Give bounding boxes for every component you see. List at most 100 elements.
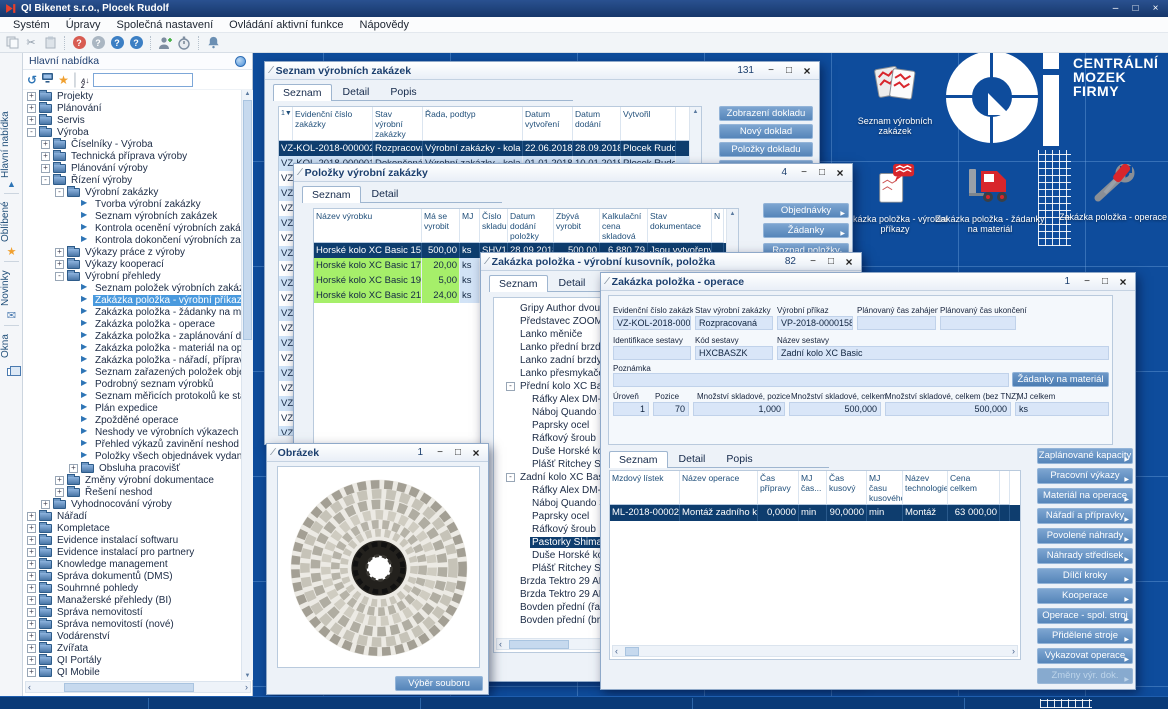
tree-item[interactable]: + Kompletace [23, 522, 241, 534]
expand-toggle-icon[interactable]: + [41, 152, 50, 161]
tree-item[interactable]: + QI Portály [23, 654, 241, 666]
tree-item[interactable]: + Manažerské přehledy (BI) [23, 594, 241, 606]
tree-item[interactable]: Zpožděné operace [23, 414, 241, 426]
tree-item[interactable]: + Plánování [23, 102, 241, 114]
tab-detail[interactable]: Detail [549, 274, 596, 291]
action-button[interactable]: Zobrazení dokladu [719, 106, 813, 121]
maximize-button[interactable]: □ [815, 167, 829, 178]
action-button[interactable]: Zaplánované kapacity▶ [1037, 448, 1133, 464]
window-titlebar[interactable]: ∕ Položky výrobní zakázky 4 − □ × [294, 164, 852, 182]
tab-popis[interactable]: Popis [380, 83, 426, 100]
tree-item[interactable]: + Nářadí [23, 510, 241, 522]
maximize-button[interactable]: □ [1098, 276, 1112, 287]
desktop-icon-production-orders[interactable]: Seznam výrobních zakázek [840, 60, 950, 136]
help-blue-icon[interactable]: ? [109, 35, 125, 51]
expand-toggle-icon[interactable]: - [27, 128, 36, 137]
action-button[interactable]: Kooperace▶ [1037, 588, 1133, 604]
action-button[interactable]: Nový doklad [719, 124, 813, 139]
action-button[interactable]: Objednávky▶ [763, 203, 849, 218]
planned-start-field[interactable] [857, 316, 936, 330]
stopwatch-icon[interactable] [176, 35, 192, 51]
expand-toggle-icon[interactable]: + [55, 260, 64, 269]
tree-item[interactable]: + Řešení neshod [23, 486, 241, 498]
tree-item[interactable]: + Správa nemovitostí [23, 606, 241, 618]
column-header[interactable]: Název technologie [903, 471, 948, 505]
sort-az-icon[interactable]: AZ↓ [81, 70, 89, 90]
close-button[interactable]: × [469, 446, 483, 460]
expand-toggle-icon[interactable]: + [27, 632, 36, 641]
column-header[interactable]: Název operace [680, 471, 758, 505]
expand-toggle-icon[interactable]: - [506, 473, 515, 482]
level-field[interactable]: 1 [613, 402, 649, 416]
column-header[interactable]: Vytvořil [621, 107, 676, 141]
action-button[interactable]: Změny výr. dok.▶ [1037, 668, 1133, 684]
app-minimize-button[interactable]: – [1108, 3, 1123, 14]
select-file-button[interactable]: Výběr souboru [395, 676, 483, 691]
expand-toggle-icon[interactable]: + [27, 548, 36, 557]
assembly-code-field[interactable]: HXCBASZK [695, 346, 773, 360]
window-titlebar[interactable]: ∕ Zakázka položka - výrobní kusovník, po… [481, 253, 861, 271]
expand-toggle-icon[interactable]: + [27, 596, 36, 605]
tree-item[interactable]: + Změny výrobní dokumentace [23, 474, 241, 486]
tree-item[interactable]: Zakázka položka - zaplánování do kapacit [23, 330, 241, 342]
minimize-button[interactable]: − [797, 167, 811, 178]
expand-toggle-icon[interactable]: + [27, 608, 36, 617]
column-header[interactable]: MJ času kusového [867, 471, 903, 505]
expand-toggle-icon[interactable]: + [41, 164, 50, 173]
qty-total-field[interactable]: 500,000 [789, 402, 881, 416]
table-row[interactable]: VZ-KOL-2018-000002 Rozpracovaná Výrobní … [279, 141, 701, 156]
tab-popis[interactable]: Popis [716, 450, 762, 467]
tree-item[interactable]: Seznam zařazených položek objednávek [23, 366, 241, 378]
qty-total-tnz-field[interactable]: 500,000 [885, 402, 1011, 416]
desktop-icon-material-requests[interactable]: Zakázka položka - žádanky na materiál [933, 164, 1047, 234]
tab-favorites[interactable]: Oblíbené [0, 199, 23, 245]
tree-vertical-scrollbar[interactable]: ▲ ▼ [241, 90, 253, 680]
tree-item[interactable]: + Číselníky - Výroba [23, 138, 241, 150]
assembly-id-field[interactable] [613, 346, 691, 360]
app-close-button[interactable]: × [1148, 3, 1163, 14]
action-button[interactable]: Přidělené stroje▶ [1037, 628, 1133, 644]
expand-toggle-icon[interactable]: - [55, 188, 64, 197]
tree-item[interactable]: - Výroba [23, 126, 241, 138]
expand-toggle-icon[interactable]: + [27, 656, 36, 665]
tree-item[interactable]: + Knowledge management [23, 558, 241, 570]
tab-news[interactable]: Novinky [0, 267, 23, 309]
tree-item[interactable]: Tvorba výrobní zakázky [23, 198, 241, 210]
expand-toggle-icon[interactable]: + [27, 572, 36, 581]
column-header[interactable]: Název výrobku [314, 209, 422, 243]
close-button[interactable]: × [833, 166, 847, 180]
column-header[interactable]: Stav výrobní zakázky [373, 107, 423, 141]
column-header[interactable]: N [712, 209, 724, 243]
help-consultant-icon[interactable]: ? [128, 35, 144, 51]
menu-edit[interactable]: Úpravy [58, 19, 109, 31]
qty-position-field[interactable]: 1,000 [693, 402, 785, 416]
operations-horizontal-scrollbar[interactable]: ‹ › [612, 645, 1018, 657]
expand-toggle-icon[interactable]: + [27, 512, 36, 521]
column-header[interactable]: Datum dodání [573, 107, 621, 141]
copy-icon[interactable] [4, 35, 20, 51]
menu-help[interactable]: Nápovědy [352, 19, 418, 31]
expand-toggle-icon[interactable]: + [55, 488, 64, 497]
collapse-arrow-icon[interactable]: ▲ [0, 179, 23, 189]
tree-item[interactable]: + Plánování výroby [23, 162, 241, 174]
maximize-button[interactable]: □ [451, 447, 465, 458]
tree-item[interactable]: Kontrola dokončení výrobních zakázek [23, 234, 241, 246]
minimize-button[interactable]: − [764, 65, 778, 76]
window-titlebar[interactable]: ∕ Seznam výrobních zakázek 131 − □ × [265, 62, 819, 80]
tree-item[interactable]: + Technická příprava výroby [23, 150, 241, 162]
position-field[interactable]: 70 [653, 402, 689, 416]
column-header[interactable]: MJ [460, 209, 480, 243]
tree-item[interactable]: - Řízení výroby [23, 174, 241, 186]
tab-detail[interactable]: Detail [362, 185, 409, 202]
column-header[interactable]: Číslo skladu [480, 209, 508, 243]
action-button[interactable]: Pracovní výkazy▶ [1037, 468, 1133, 484]
help-red-icon[interactable]: ? [71, 35, 87, 51]
column-header[interactable]: Kalkulační cena skladová [600, 209, 648, 243]
sort-indicator[interactable]: 1▼ [279, 107, 293, 141]
tree-horizontal-scrollbar[interactable]: ‹ › [25, 681, 251, 693]
tree-item[interactable]: Zakázka položka - operace [23, 318, 241, 330]
action-button[interactable]: Operace - spol. stroj▶ [1037, 608, 1133, 624]
minimize-button[interactable]: − [1080, 276, 1094, 287]
tree-item[interactable]: Přehled výkazů zavinění neshod [23, 438, 241, 450]
column-header[interactable]: Cena celkem [948, 471, 1000, 505]
